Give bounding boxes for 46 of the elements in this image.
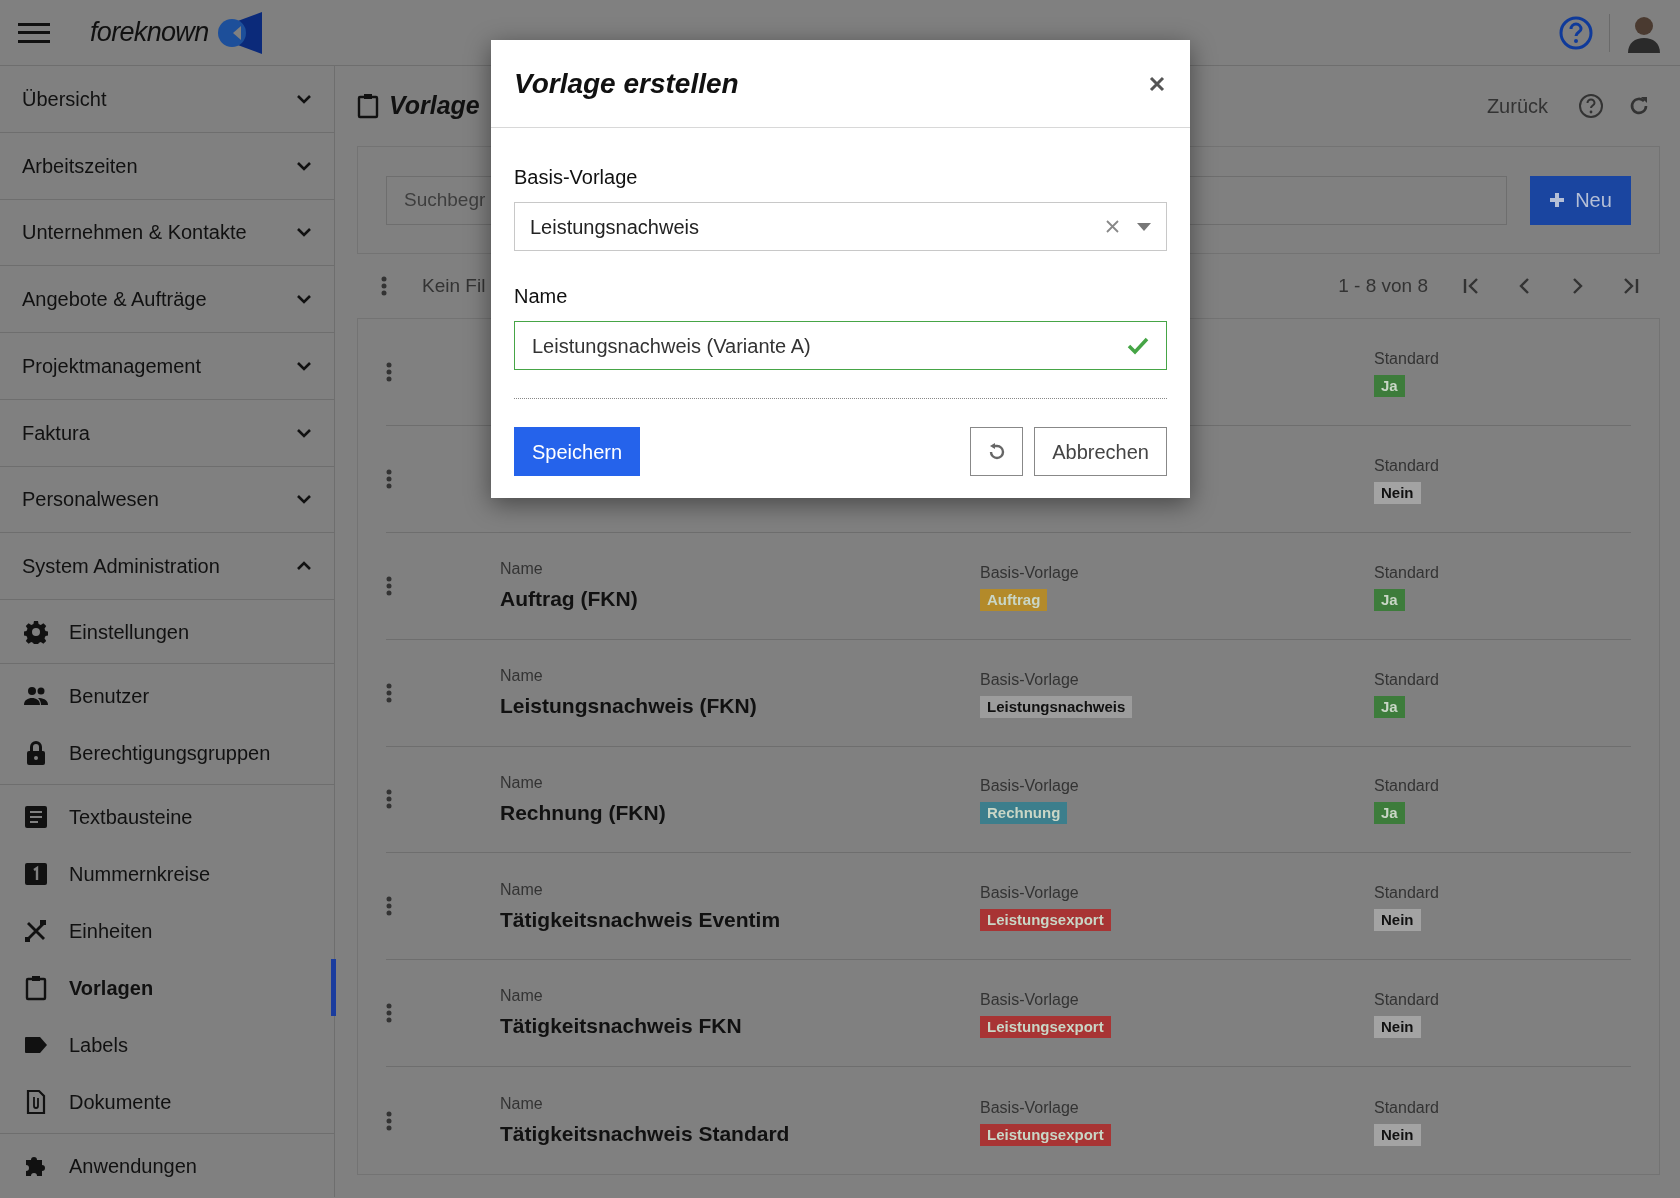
default-badge: Nein (1374, 1123, 1421, 1146)
pagination-text: 1 - 8 von 8 (1338, 273, 1428, 298)
default-badge: Ja (1374, 374, 1405, 397)
template-name: Rechnung (FKN) (500, 799, 667, 826)
default-badge: Nein (1374, 1016, 1421, 1039)
field-label: Standard (1374, 776, 1439, 797)
default-badge: Nein (1374, 481, 1421, 504)
field-label: Basis-Vorlage (980, 776, 1079, 797)
template-name: Leistungsnachweis (FKN) (500, 692, 758, 719)
field-label: Basis-Vorlage (980, 669, 1079, 690)
field-label: Basis-Vorlage (514, 165, 639, 190)
field-label: Standard (1374, 1097, 1439, 1118)
base-template-badge: Leistungsnachweis (980, 695, 1133, 718)
field-label: Standard (1374, 348, 1439, 369)
base-template-badge: Auftrag (980, 588, 1048, 611)
template-name: Tätigkeitsnachweis FKN (500, 1013, 743, 1040)
field-label: Basis-Vorlage (980, 1097, 1079, 1118)
field-label: Name (500, 558, 544, 579)
base-template-badge: Leistungsexport (980, 1123, 1111, 1146)
default-badge: Nein (1374, 909, 1421, 932)
field-label: Basis-Vorlage (980, 990, 1079, 1011)
field-label: Standard (1374, 883, 1439, 904)
page-title: Vorlage (389, 90, 480, 122)
base-template-badge: Rechnung (980, 802, 1068, 825)
field-label: Name (500, 879, 544, 900)
field-label: Name (500, 772, 544, 793)
default-badge: Ja (1374, 588, 1405, 611)
default-badge: Ja (1374, 802, 1405, 825)
logo-text: foreknown (90, 16, 209, 50)
dialog-title: Vorlage erstellen (514, 66, 739, 101)
field-label: Basis-Vorlage (980, 562, 1079, 583)
field-label: Name (514, 284, 569, 309)
field-label: Name (500, 665, 544, 686)
field-label: Standard (1374, 562, 1439, 583)
base-template-badge: Leistungsexport (980, 1016, 1111, 1039)
field-label: Standard (1374, 990, 1439, 1011)
default-badge: Ja (1374, 695, 1405, 718)
base-template-badge: Leistungsexport (980, 909, 1111, 932)
template-name: Tätigkeitsnachweis Eventim (500, 906, 782, 933)
field-label: Basis-Vorlage (980, 883, 1079, 904)
template-name: Tätigkeitsnachweis Standard (500, 1120, 791, 1147)
field-label: Standard (1374, 455, 1439, 476)
field-label: Name (500, 1093, 544, 1114)
field-label: Standard (1374, 669, 1439, 690)
field-label: Name (500, 986, 544, 1007)
template-name: Auftrag (FKN) (500, 585, 639, 612)
